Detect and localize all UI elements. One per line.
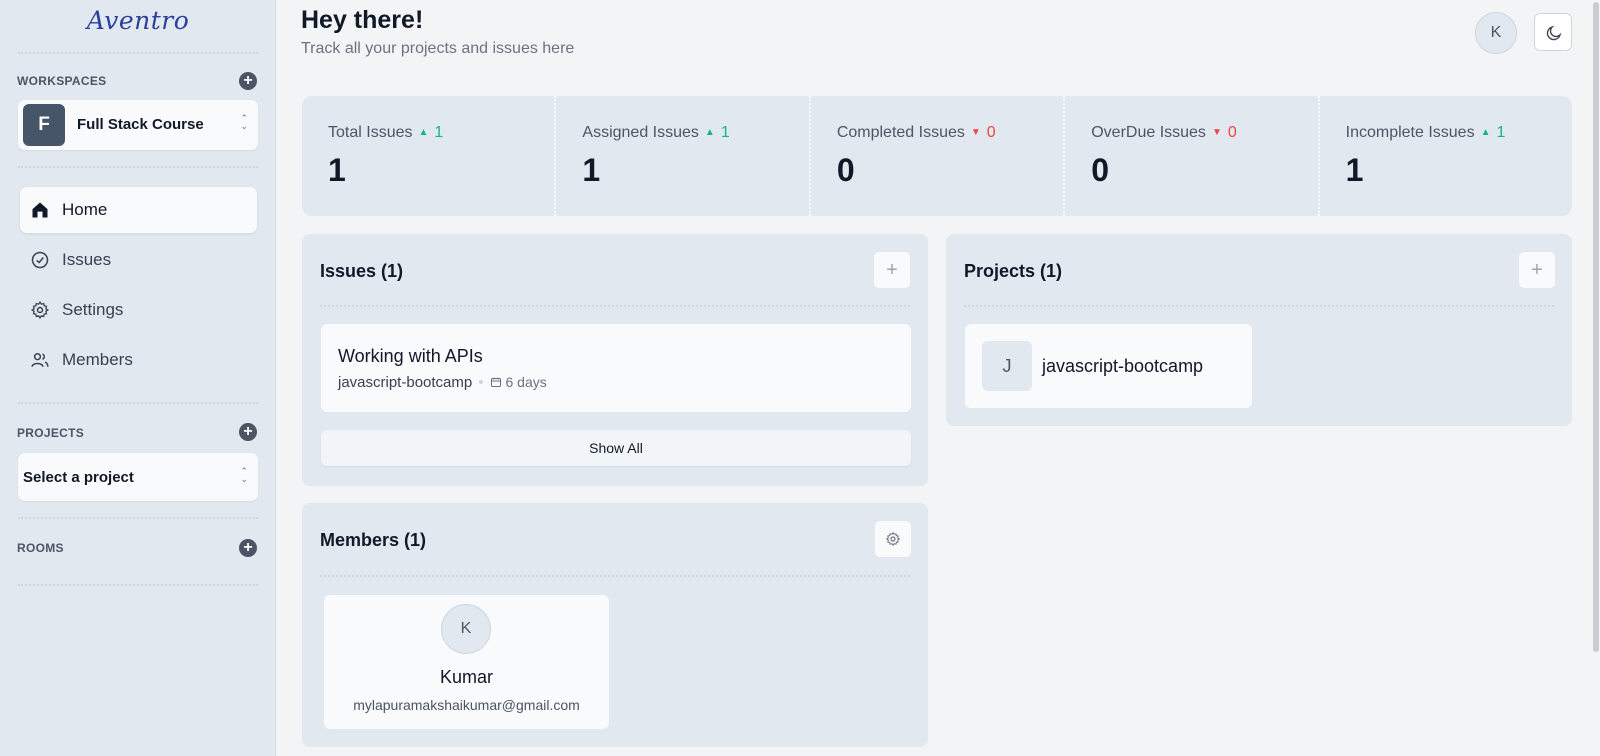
- stat-delta: 1: [434, 124, 444, 141]
- chevron-updown-icon: ⌃ ⌄: [240, 113, 248, 131]
- trend-down-indicator: ▼ 0: [1212, 124, 1237, 141]
- scrollbar-thumb[interactable]: [1593, 2, 1599, 652]
- sidebar-item-label: Settings: [62, 300, 124, 319]
- member-settings-button[interactable]: [874, 520, 912, 558]
- sidebar: Aventro WORKSPACES + F Full Stack Course…: [0, 0, 276, 756]
- scrollbar[interactable]: [1592, 0, 1600, 756]
- members-card-title: Members (1): [320, 530, 427, 550]
- divider: [964, 305, 1554, 307]
- sidebar-item-label: Home: [62, 200, 108, 219]
- divider: [18, 166, 258, 168]
- project-selector[interactable]: Select a project ⌃ ⌄: [18, 453, 258, 501]
- issue-due: 6 days: [505, 374, 547, 390]
- member-card[interactable]: K Kumar mylapuramakshaikumar@gmail.com: [324, 595, 609, 729]
- page-subtitle: Track all your projects and issues here: [301, 40, 575, 57]
- add-project-button[interactable]: +: [1518, 251, 1556, 289]
- stat-assigned-issues: Assigned Issues ▲ 1 1: [556, 96, 811, 216]
- divider: [320, 575, 910, 577]
- add-room-icon[interactable]: +: [239, 539, 257, 557]
- issues-card-title: Issues (1): [320, 261, 404, 281]
- stat-delta: 1: [1496, 124, 1506, 141]
- divider: [18, 517, 258, 519]
- users-icon: [31, 353, 49, 367]
- trend-up-indicator: ▲ 1: [705, 124, 730, 141]
- project-list-item[interactable]: J javascript-bootcamp: [965, 324, 1252, 408]
- triangle-down-icon: ▼: [970, 127, 981, 138]
- projects-card: Projects (1) + J javascript-bootcamp: [946, 234, 1572, 426]
- sidebar-item-home[interactable]: Home: [20, 187, 257, 233]
- theme-toggle-button[interactable]: [1534, 13, 1572, 51]
- sidebar-item-label: Issues: [62, 250, 112, 269]
- app-logo[interactable]: Aventro: [0, 6, 276, 35]
- divider: [18, 52, 258, 54]
- sidebar-item-members[interactable]: Members: [20, 337, 257, 383]
- check-circle-icon: [31, 251, 49, 269]
- project-avatar: J: [982, 341, 1032, 391]
- trend-up-indicator: ▲ 1: [418, 124, 443, 141]
- stat-incomplete-issues: Incomplete Issues ▲ 1 1: [1320, 96, 1572, 216]
- issue-list-item[interactable]: Working with APIs javascript-bootcamp • 6 …: [321, 324, 911, 412]
- member-avatar: K: [441, 604, 491, 654]
- stat-value: 0: [1091, 152, 1110, 188]
- members-card: Members (1) K Kumar mylapuramakshaikumar…: [302, 503, 928, 747]
- projects-card-title: Projects (1): [964, 261, 1063, 281]
- divider: [18, 584, 258, 586]
- plus-icon: +: [886, 259, 898, 281]
- triangle-down-icon: ▼: [1211, 127, 1222, 138]
- gear-icon: [885, 531, 901, 547]
- project-name: javascript-bootcamp: [1042, 356, 1204, 376]
- trend-up-indicator: ▲ 1: [1481, 124, 1506, 141]
- stat-delta: 0: [1227, 124, 1237, 141]
- workspace-name: Full Stack Course: [77, 116, 204, 133]
- trend-down-indicator: ▼ 0: [971, 124, 996, 141]
- workspaces-section-title: WORKSPACES: [17, 74, 107, 88]
- page-title: Hey there!: [301, 6, 424, 34]
- chevron-updown-icon: ⌃ ⌄: [240, 466, 248, 484]
- projects-section-title: PROJECTS: [17, 426, 85, 440]
- stats-panel: Total Issues ▲ 1 1 Assigned Issues ▲ 1 1 Com…: [302, 96, 1572, 216]
- stat-value: 1: [1345, 152, 1364, 188]
- workspace-avatar: F: [23, 104, 65, 146]
- stat-label: Completed Issues: [836, 124, 965, 141]
- stat-value: 1: [328, 152, 346, 188]
- stat-delta: 0: [986, 124, 996, 141]
- stat-label: Incomplete Issues: [1345, 124, 1475, 141]
- issue-project: javascript-bootcamp: [338, 374, 473, 391]
- sidebar-item-issues[interactable]: Issues: [20, 237, 257, 283]
- stat-label: OverDue Issues: [1091, 124, 1206, 141]
- stat-completed-issues: Completed Issues ▼ 0 0: [811, 96, 1066, 216]
- project-selector-label: Select a project: [23, 469, 134, 486]
- plus-icon: +: [1531, 259, 1543, 281]
- sidebar-item-label: Members: [62, 350, 133, 369]
- rooms-section-title: ROOMS: [17, 541, 64, 555]
- add-issue-button[interactable]: +: [873, 251, 911, 289]
- sidebar-item-settings[interactable]: Settings: [20, 287, 257, 333]
- show-all-button[interactable]: Show All: [321, 430, 911, 466]
- divider: [18, 402, 258, 404]
- stat-total-issues: Total Issues ▲ 1 1: [302, 96, 557, 216]
- add-project-icon[interactable]: +: [239, 423, 257, 441]
- divider: [320, 305, 910, 307]
- stat-delta: 1: [720, 124, 730, 141]
- add-workspace-icon[interactable]: +: [239, 72, 257, 90]
- issues-card: Issues (1) + Working with APIs javascrip…: [302, 234, 928, 486]
- moon-icon: [1546, 25, 1562, 41]
- member-email: mylapuramakshaikumar@gmail.com: [353, 697, 580, 713]
- calendar-icon: [490, 377, 501, 387]
- member-name: Kumar: [439, 667, 493, 687]
- stat-overdue-issues: OverDue Issues ▼ 0 0: [1065, 96, 1320, 216]
- user-avatar[interactable]: K: [1475, 12, 1517, 54]
- triangle-up-icon: ▲: [704, 127, 715, 138]
- home-icon: [32, 202, 48, 218]
- gear-icon: [30, 300, 50, 320]
- stat-value: 0: [836, 152, 855, 188]
- issue-title: Working with APIs: [338, 346, 483, 366]
- stat-label: Total Issues: [328, 124, 413, 141]
- workspace-selector[interactable]: F Full Stack Course ⌃ ⌄: [18, 100, 258, 150]
- stat-value: 1: [582, 152, 601, 188]
- separator-dot: •: [478, 374, 484, 391]
- triangle-up-icon: ▲: [1480, 127, 1491, 138]
- triangle-up-icon: ▲: [418, 127, 429, 138]
- stat-label: Assigned Issues: [582, 124, 699, 141]
